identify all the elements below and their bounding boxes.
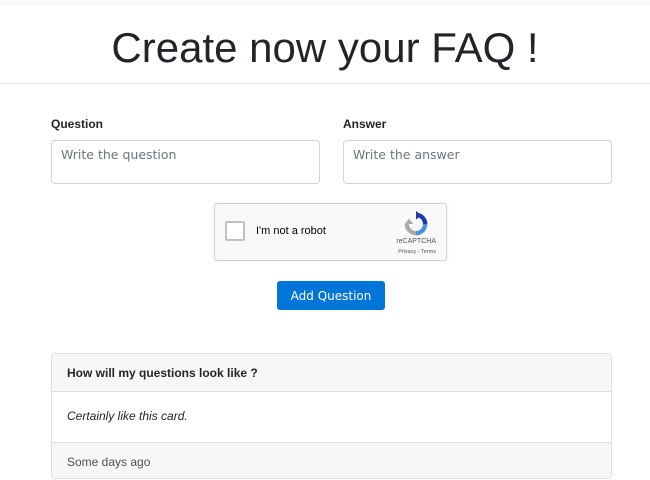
recaptcha-widget: I'm not a robot reCAPTCHA Privacy - Term… bbox=[214, 203, 447, 261]
header-divider bbox=[0, 83, 650, 84]
recaptcha-label: I'm not a robot bbox=[256, 225, 326, 237]
recaptcha-privacy-terms-link[interactable]: Privacy - Terms bbox=[398, 249, 436, 255]
answer-input[interactable] bbox=[343, 140, 612, 184]
question-input[interactable] bbox=[51, 140, 320, 184]
card-header: How will my questions look like ? bbox=[52, 354, 611, 392]
answer-label: Answer bbox=[343, 117, 387, 131]
page-title: Create now your FAQ ! bbox=[111, 24, 539, 71]
recaptcha-brand: reCAPTCHA bbox=[396, 238, 436, 245]
preview-card: How will my questions look like ? Certai… bbox=[51, 353, 612, 479]
recaptcha-checkbox[interactable] bbox=[225, 221, 245, 241]
top-bar bbox=[0, 0, 650, 6]
card-body-text: Certainly like this card. bbox=[67, 409, 188, 423]
question-label: Question bbox=[51, 117, 104, 131]
add-question-button[interactable]: Add Question bbox=[277, 281, 385, 310]
recaptcha-icon bbox=[404, 210, 428, 236]
card-footer: Some days ago bbox=[52, 442, 611, 478]
